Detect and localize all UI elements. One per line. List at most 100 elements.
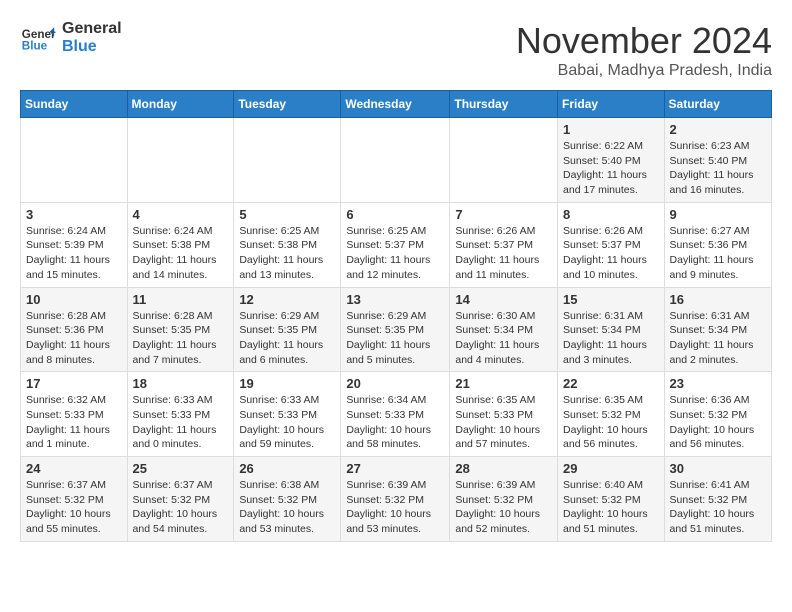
calendar-cell: 5Sunrise: 6:25 AMSunset: 5:38 PMDaylight…	[234, 202, 341, 287]
cell-info: Sunset: 5:33 PM	[26, 408, 122, 423]
calendar-cell	[21, 118, 128, 203]
cell-info: Sunset: 5:32 PM	[670, 493, 766, 508]
cell-info: Sunrise: 6:23 AM	[670, 139, 766, 154]
cell-info: Sunrise: 6:28 AM	[26, 309, 122, 324]
location-subtitle: Babai, Madhya Pradesh, India	[516, 62, 772, 80]
calendar-cell: 13 Sunrise: 6:29 AMSunset: 5:35 PMDayligh…	[341, 287, 450, 372]
day-number: 4	[133, 207, 229, 222]
cell-info: Sunrise: 6:22 AM	[563, 139, 659, 154]
day-number: 11	[133, 292, 229, 307]
calendar-cell: 16Sunrise: 6:31 AMSunset: 5:34 PMDayligh…	[664, 287, 771, 372]
cell-info: Sunrise: 6:24 AM	[26, 224, 122, 239]
day-number: 27	[346, 461, 444, 476]
cell-info: Sunrise: 6:33 AM	[239, 393, 335, 408]
calendar-cell: 6Sunrise: 6:25 AMSunset: 5:37 PMDaylight…	[341, 202, 450, 287]
cell-info: Sunset: 5:32 PM	[26, 493, 122, 508]
day-number: 13	[346, 292, 444, 307]
day-number: 15	[563, 292, 659, 307]
day-number: 22	[563, 376, 659, 391]
weekday-header-friday: Friday	[558, 91, 665, 118]
cell-info: Daylight: 11 hours and 15 minutes.	[26, 253, 122, 282]
cell-info: Sunrise: 6:26 AM	[563, 224, 659, 239]
cell-info: Sunrise: 6:35 AM	[563, 393, 659, 408]
logo-text: General Blue	[62, 20, 122, 56]
calendar-cell: 17Sunrise: 6:32 AMSunset: 5:33 PMDayligh…	[21, 372, 128, 457]
day-number: 7	[455, 207, 552, 222]
calendar-cell: 21Sunrise: 6:35 AMSunset: 5:33 PMDayligh…	[450, 372, 558, 457]
calendar-cell	[127, 118, 234, 203]
cell-info: Daylight: 10 hours and 57 minutes.	[455, 423, 552, 452]
cell-info: Daylight: 11 hours and 2 minutes.	[670, 338, 766, 367]
calendar-cell: 14Sunrise: 6:30 AMSunset: 5:34 PMDayligh…	[450, 287, 558, 372]
weekday-header-monday: Monday	[127, 91, 234, 118]
day-number: 20	[346, 376, 444, 391]
day-number: 17	[26, 376, 122, 391]
weekday-header-row: SundayMondayTuesdayWednesdayThursdayFrid…	[21, 91, 772, 118]
calendar-cell: 15Sunrise: 6:31 AMSunset: 5:34 PMDayligh…	[558, 287, 665, 372]
cell-info: Sunset: 5:34 PM	[563, 323, 659, 338]
logo-icon: General Blue	[20, 20, 56, 56]
day-number: 14	[455, 292, 552, 307]
cell-info: Sunset: 5:33 PM	[133, 408, 229, 423]
cell-info: Sunrise: 6:29 AM	[346, 309, 444, 324]
calendar-cell: 4Sunrise: 6:24 AMSunset: 5:38 PMDaylight…	[127, 202, 234, 287]
cell-info: Sunset: 5:40 PM	[563, 154, 659, 169]
calendar-cell: 30Sunrise: 6:41 AMSunset: 5:32 PMDayligh…	[664, 457, 771, 542]
calendar-week-row: 10Sunrise: 6:28 AMSunset: 5:36 PMDayligh…	[21, 287, 772, 372]
cell-info: Daylight: 11 hours and 10 minutes.	[563, 253, 659, 282]
cell-info: Sunset: 5:34 PM	[455, 323, 552, 338]
cell-info: Sunset: 5:33 PM	[455, 408, 552, 423]
calendar-week-row: 17Sunrise: 6:32 AMSunset: 5:33 PMDayligh…	[21, 372, 772, 457]
cell-info: Sunset: 5:37 PM	[563, 238, 659, 253]
cell-info: Sunrise: 6:25 AM	[239, 224, 335, 239]
cell-info: Daylight: 11 hours and 4 minutes.	[455, 338, 552, 367]
cell-info: Daylight: 11 hours and 12 minutes.	[346, 253, 444, 282]
cell-info: Daylight: 11 hours and 5 minutes.	[346, 338, 444, 367]
cell-info: Daylight: 11 hours and 13 minutes.	[239, 253, 335, 282]
cell-info: Sunset: 5:34 PM	[670, 323, 766, 338]
calendar-cell: 29Sunrise: 6:40 AMSunset: 5:32 PMDayligh…	[558, 457, 665, 542]
cell-info: Daylight: 10 hours and 55 minutes.	[26, 507, 122, 536]
calendar-cell: 24Sunrise: 6:37 AMSunset: 5:32 PMDayligh…	[21, 457, 128, 542]
cell-info: Sunrise: 6:27 AM	[670, 224, 766, 239]
day-number: 18	[133, 376, 229, 391]
calendar-cell	[341, 118, 450, 203]
calendar-cell	[234, 118, 341, 203]
cell-info: Sunset: 5:35 PM	[346, 323, 444, 338]
calendar-cell: 3Sunrise: 6:24 AMSunset: 5:39 PMDaylight…	[21, 202, 128, 287]
calendar-cell: 12Sunrise: 6:29 AMSunset: 5:35 PMDayligh…	[234, 287, 341, 372]
day-number: 16	[670, 292, 766, 307]
day-number: 6	[346, 207, 444, 222]
day-number: 26	[239, 461, 335, 476]
day-number: 19	[239, 376, 335, 391]
calendar-cell: 22Sunrise: 6:35 AMSunset: 5:32 PMDayligh…	[558, 372, 665, 457]
cell-info: Sunrise: 6:35 AM	[455, 393, 552, 408]
cell-info: Daylight: 10 hours and 51 minutes.	[563, 507, 659, 536]
calendar-cell: 2Sunrise: 6:23 AMSunset: 5:40 PMDaylight…	[664, 118, 771, 203]
cell-info: Daylight: 11 hours and 6 minutes.	[239, 338, 335, 367]
cell-info: Sunset: 5:40 PM	[670, 154, 766, 169]
cell-info: Sunset: 5:37 PM	[455, 238, 552, 253]
page-header: General Blue General Blue November 2024 …	[20, 20, 772, 80]
calendar-cell: 26Sunrise: 6:38 AMSunset: 5:32 PMDayligh…	[234, 457, 341, 542]
cell-info: Daylight: 11 hours and 14 minutes.	[133, 253, 229, 282]
calendar-cell: 18Sunrise: 6:33 AMSunset: 5:33 PMDayligh…	[127, 372, 234, 457]
month-title: November 2024	[516, 20, 772, 62]
calendar-cell: 9Sunrise: 6:27 AMSunset: 5:36 PMDaylight…	[664, 202, 771, 287]
cell-info: Sunset: 5:39 PM	[26, 238, 122, 253]
calendar-week-row: 24Sunrise: 6:37 AMSunset: 5:32 PMDayligh…	[21, 457, 772, 542]
calendar-cell: 23Sunrise: 6:36 AMSunset: 5:32 PMDayligh…	[664, 372, 771, 457]
cell-info: Sunrise: 6:38 AM	[239, 478, 335, 493]
cell-info: Daylight: 11 hours and 9 minutes.	[670, 253, 766, 282]
cell-info: Daylight: 10 hours and 58 minutes.	[346, 423, 444, 452]
cell-info: Daylight: 10 hours and 59 minutes.	[239, 423, 335, 452]
cell-info: Sunset: 5:32 PM	[563, 493, 659, 508]
calendar-cell: 11Sunrise: 6:28 AMSunset: 5:35 PMDayligh…	[127, 287, 234, 372]
cell-info: Daylight: 10 hours and 56 minutes.	[670, 423, 766, 452]
cell-info: Sunset: 5:38 PM	[133, 238, 229, 253]
day-number: 8	[563, 207, 659, 222]
calendar-week-row: 1Sunrise: 6:22 AMSunset: 5:40 PMDaylight…	[21, 118, 772, 203]
calendar-cell: 27Sunrise: 6:39 AMSunset: 5:32 PMDayligh…	[341, 457, 450, 542]
cell-info: Sunset: 5:38 PM	[239, 238, 335, 253]
svg-text:Blue: Blue	[22, 40, 48, 53]
